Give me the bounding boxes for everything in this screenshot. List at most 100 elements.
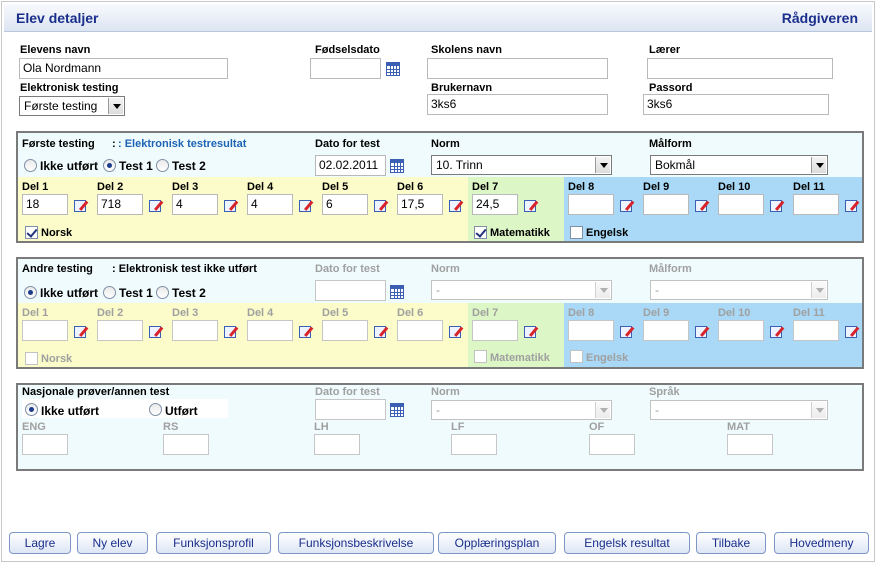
student-name-input[interactable]: Ola Nordmann bbox=[19, 58, 228, 79]
second-del-2-edit-icon[interactable] bbox=[149, 324, 164, 338]
second-del-3-input[interactable] bbox=[172, 320, 218, 341]
national-lf-input[interactable] bbox=[451, 434, 497, 455]
second-del-10-input[interactable] bbox=[718, 320, 764, 341]
funksjonsprofil-button[interactable]: Funksjonsprofil bbox=[156, 532, 271, 554]
first-del-4-input[interactable]: 4 bbox=[247, 194, 293, 215]
second-del-4-input[interactable] bbox=[247, 320, 293, 341]
second-radio-test2[interactable] bbox=[156, 286, 169, 299]
second-engelsk-checkbox[interactable] bbox=[570, 350, 583, 363]
chevron-down-icon bbox=[811, 282, 826, 298]
first-del-2-edit-icon[interactable] bbox=[149, 198, 164, 212]
first-del-9-input[interactable] bbox=[643, 194, 689, 215]
national-radio-utfort[interactable] bbox=[149, 403, 162, 416]
first-del-1-label: Del 1 bbox=[22, 181, 49, 193]
national-mat-input[interactable] bbox=[727, 434, 773, 455]
second-del-9-edit-icon[interactable] bbox=[695, 324, 710, 338]
second-del-5-input[interactable] bbox=[322, 320, 368, 341]
national-lh-input[interactable] bbox=[314, 434, 360, 455]
school-name-input[interactable] bbox=[427, 58, 608, 79]
opplæringsplan-button[interactable]: Opplæringsplan bbox=[438, 532, 556, 554]
second-matematikk-label: Matematikk bbox=[490, 352, 550, 364]
national-language-select[interactable]: - bbox=[650, 400, 828, 420]
first-del-4-edit-icon[interactable] bbox=[299, 198, 314, 212]
first-norsk-checkbox[interactable] bbox=[25, 226, 38, 239]
first-matematikk-checkbox[interactable] bbox=[474, 226, 487, 239]
first-del-1-input[interactable]: 18 bbox=[22, 194, 68, 215]
national-of-input[interactable] bbox=[589, 434, 635, 455]
second-del-5-edit-icon[interactable] bbox=[374, 324, 389, 338]
second-del-11-edit-icon[interactable] bbox=[845, 324, 860, 338]
first-malform-select[interactable]: Bokmål bbox=[650, 155, 828, 175]
first-del-8-input[interactable] bbox=[568, 194, 614, 215]
second-del-9-input[interactable] bbox=[643, 320, 689, 341]
birthdate-calendar-icon[interactable] bbox=[386, 62, 400, 76]
funksjonsbeskrivelse-button[interactable]: Funksjonsbeskrivelse bbox=[278, 532, 434, 554]
first-del-11-edit-icon[interactable] bbox=[845, 198, 860, 212]
second-del-3-edit-icon[interactable] bbox=[224, 324, 239, 338]
first-norm-select[interactable]: 10. Trinn bbox=[431, 155, 612, 175]
username-input[interactable]: 3ks6 bbox=[427, 94, 608, 115]
first-radio-ikke-utfort[interactable] bbox=[24, 159, 37, 172]
second-del-1-edit-icon[interactable] bbox=[74, 324, 89, 338]
second-del-1-input[interactable] bbox=[22, 320, 68, 341]
second-date-input[interactable] bbox=[315, 280, 386, 301]
tilbake-button[interactable]: Tilbake bbox=[696, 532, 766, 554]
second-date-calendar-icon[interactable] bbox=[390, 285, 404, 299]
first-radio-test2[interactable] bbox=[156, 159, 169, 172]
lagre-button[interactable]: Lagre bbox=[9, 532, 71, 554]
second-del-8-edit-icon[interactable] bbox=[620, 324, 635, 338]
ny-elev-button[interactable]: Ny elev bbox=[77, 532, 148, 554]
first-del-10-edit-icon[interactable] bbox=[770, 198, 785, 212]
national-radio-ikke-utfort[interactable] bbox=[25, 403, 38, 416]
second-del-7-input[interactable] bbox=[472, 320, 518, 341]
first-del-8-edit-icon[interactable] bbox=[620, 198, 635, 212]
second-del-6-edit-icon[interactable] bbox=[449, 324, 464, 338]
first-del-5-edit-icon[interactable] bbox=[374, 198, 389, 212]
second-del-8-input[interactable] bbox=[568, 320, 614, 341]
second-del-6-input[interactable] bbox=[397, 320, 443, 341]
national-rs-input[interactable] bbox=[163, 434, 209, 455]
national-date-input[interactable] bbox=[315, 399, 386, 420]
first-del-3-edit-icon[interactable] bbox=[224, 198, 239, 212]
role-label: Rådgiveren bbox=[781, 10, 858, 26]
first-date-input[interactable]: 02.02.2011 bbox=[315, 155, 386, 176]
first-del-9-edit-icon[interactable] bbox=[695, 198, 710, 212]
second-radio-ikke-utfort[interactable] bbox=[24, 286, 37, 299]
first-del-1-edit-icon[interactable] bbox=[74, 198, 89, 212]
first-engelsk-checkbox[interactable] bbox=[570, 226, 583, 239]
second-matematikk-checkbox[interactable] bbox=[474, 350, 487, 363]
national-eng-input[interactable] bbox=[22, 434, 68, 455]
first-del-6-input[interactable]: 17,5 bbox=[397, 194, 443, 215]
national-rs-label: RS bbox=[163, 421, 179, 433]
first-del-3-input[interactable]: 4 bbox=[172, 194, 218, 215]
engelsk-resultat-button[interactable]: Engelsk resultat bbox=[564, 532, 690, 554]
hovedmeny-button[interactable]: Hovedmeny bbox=[774, 532, 869, 554]
national-date-label: Dato for test bbox=[315, 386, 380, 398]
electronic-testing-select[interactable]: Første testing bbox=[19, 96, 125, 116]
first-del-7-input[interactable]: 24,5 bbox=[472, 194, 518, 215]
password-input[interactable]: 3ks6 bbox=[643, 94, 829, 115]
first-del-7-edit-icon[interactable] bbox=[524, 198, 539, 212]
first-radio-test1[interactable] bbox=[103, 159, 116, 172]
first-del-2-input[interactable]: 718 bbox=[97, 194, 143, 215]
national-eng-label: ENG bbox=[22, 421, 46, 433]
second-norsk-checkbox[interactable] bbox=[25, 352, 38, 365]
teacher-input[interactable] bbox=[647, 58, 833, 79]
birthdate-input[interactable] bbox=[310, 58, 381, 79]
first-del-10-input[interactable] bbox=[718, 194, 764, 215]
second-radio-test1[interactable] bbox=[103, 286, 116, 299]
second-del-2-input[interactable] bbox=[97, 320, 143, 341]
national-norm-select[interactable]: - bbox=[431, 400, 612, 420]
national-date-calendar-icon[interactable] bbox=[390, 403, 404, 417]
second-del-7-edit-icon[interactable] bbox=[524, 324, 539, 338]
second-malform-select[interactable]: - bbox=[650, 280, 828, 300]
second-norm-select[interactable]: - bbox=[431, 280, 612, 300]
second-del-4-edit-icon[interactable] bbox=[299, 324, 314, 338]
first-del-5-input[interactable]: 6 bbox=[322, 194, 368, 215]
first-del-6-edit-icon[interactable] bbox=[449, 198, 464, 212]
first-date-calendar-icon[interactable] bbox=[390, 159, 404, 173]
first-testing-result-link[interactable]: : Elektronisk testresultat bbox=[118, 138, 246, 150]
second-del-10-edit-icon[interactable] bbox=[770, 324, 785, 338]
first-del-11-input[interactable] bbox=[793, 194, 839, 215]
second-del-11-input[interactable] bbox=[793, 320, 839, 341]
